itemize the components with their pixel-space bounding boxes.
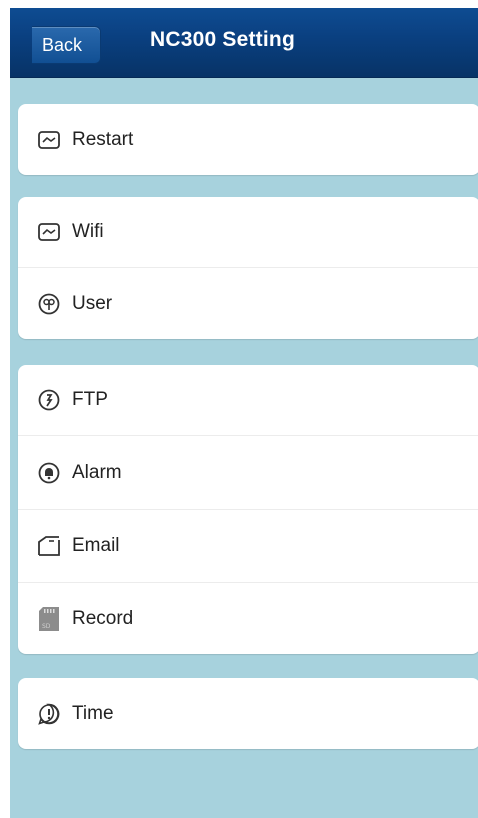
settings-item-time[interactable]: Time — [18, 678, 478, 749]
alarm-icon — [36, 460, 62, 486]
settings-item-label: User — [72, 292, 113, 314]
ftp-icon — [36, 387, 62, 413]
settings-item-label: Record — [72, 607, 134, 629]
navigation-bar: Back NC300 Setting — [10, 8, 478, 78]
settings-item-label: Alarm — [72, 461, 122, 483]
settings-group-network: Wifi User — [18, 197, 478, 339]
settings-item-email[interactable]: Email — [18, 510, 478, 583]
svg-text:SD: SD — [42, 623, 51, 630]
wifi-icon — [36, 219, 62, 245]
time-icon — [36, 701, 62, 727]
settings-item-wifi[interactable]: Wifi — [18, 197, 478, 268]
back-button[interactable]: Back — [32, 26, 101, 64]
settings-item-record[interactable]: SD Record — [18, 583, 478, 654]
back-button-label: Back — [41, 34, 83, 55]
settings-item-alarm[interactable]: Alarm — [18, 436, 478, 510]
settings-item-label: Restart — [72, 128, 134, 150]
settings-item-label: Email — [72, 535, 120, 556]
settings-item-ftp[interactable]: FTP — [18, 365, 478, 436]
restart-icon — [36, 127, 62, 153]
settings-group-system: Restart — [18, 104, 478, 175]
user-icon — [36, 291, 62, 317]
page-title: NC300 Setting — [150, 28, 295, 51]
settings-group-time: Time — [18, 678, 478, 749]
email-icon — [36, 533, 62, 559]
settings-item-label: Time — [72, 702, 114, 724]
settings-item-restart[interactable]: Restart — [18, 104, 478, 175]
settings-item-user[interactable]: User — [18, 268, 478, 339]
settings-item-label: Wifi — [72, 221, 104, 242]
settings-item-label: FTP — [72, 389, 108, 410]
sd-card-icon: SD — [36, 606, 62, 632]
settings-screen: Back NC300 Setting Restart Wifi User FTP… — [10, 8, 478, 818]
settings-group-services: FTP Alarm Email SD Record — [18, 365, 478, 654]
